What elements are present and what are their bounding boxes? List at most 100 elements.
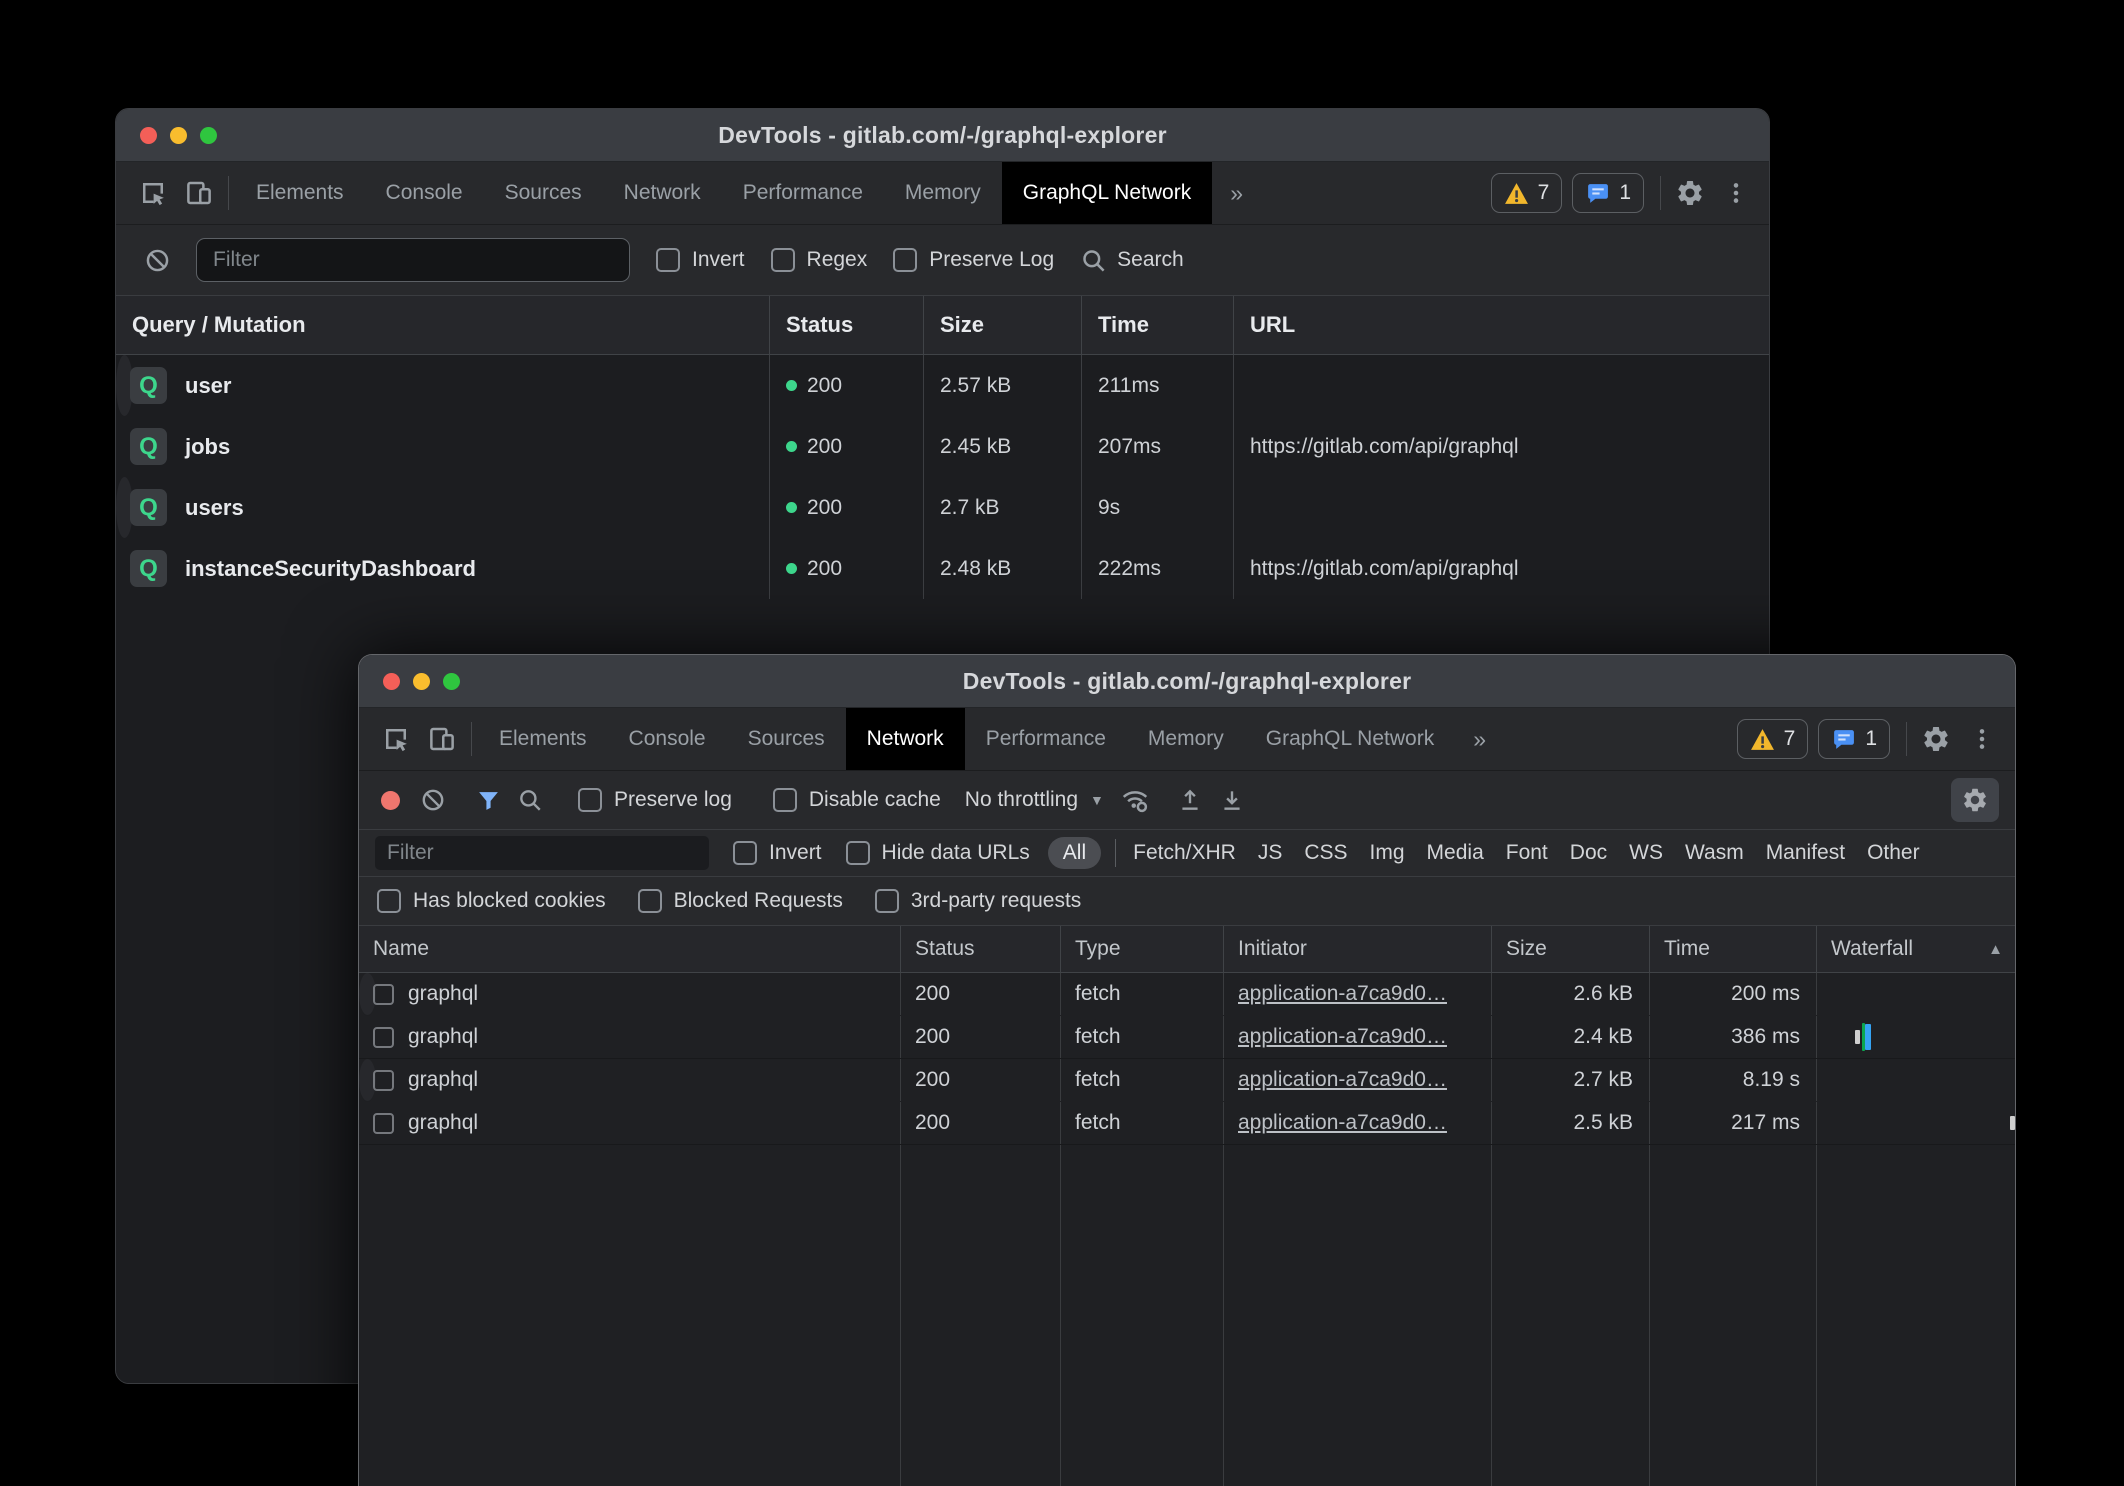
issues-badge[interactable]: 1 xyxy=(1818,719,1890,759)
request-type-doc[interactable]: Doc xyxy=(1559,841,1618,865)
request-type-manifest[interactable]: Manifest xyxy=(1755,841,1856,865)
table-row[interactable]: graphql 200 fetch application-a7ca9d0… 2… xyxy=(359,1102,2015,1145)
maximize-window-button[interactable] xyxy=(200,127,217,144)
request-type-img[interactable]: Img xyxy=(1359,841,1416,865)
network-settings-gear-icon[interactable] xyxy=(1951,778,1999,822)
tab-performance[interactable]: Performance xyxy=(965,708,1127,770)
import-har-icon[interactable] xyxy=(1169,779,1211,821)
more-tabs-button[interactable]: » xyxy=(1212,162,1261,224)
initiator-link[interactable]: application-a7ca9d0… xyxy=(1238,982,1447,1006)
device-toolbar-icon[interactable] xyxy=(419,716,465,762)
record-network-log-button[interactable] xyxy=(381,791,400,810)
filter-funnel-icon[interactable] xyxy=(467,779,509,821)
initiator-link[interactable]: application-a7ca9d0… xyxy=(1238,1068,1447,1092)
titlebar[interactable]: DevTools - gitlab.com/-/graphql-explorer xyxy=(359,655,2015,708)
throttling-select[interactable]: No throttling ▼ xyxy=(955,788,1114,812)
preserve-log-checkbox[interactable]: Preserve log xyxy=(578,788,732,812)
tab-memory[interactable]: Memory xyxy=(1127,708,1245,770)
row-checkbox[interactable] xyxy=(373,984,394,1005)
table-row[interactable]: graphql 200 fetch application-a7ca9d0… 2… xyxy=(359,973,376,1016)
request-type-ws[interactable]: WS xyxy=(1618,841,1674,865)
column-header-waterfall[interactable]: Waterfall ▲ xyxy=(1816,926,2015,972)
row-checkbox[interactable] xyxy=(373,1027,394,1048)
titlebar[interactable]: DevTools - gitlab.com/-/graphql-explorer xyxy=(116,109,1769,162)
column-header-size[interactable]: Size xyxy=(923,296,1081,354)
settings-gear-icon[interactable] xyxy=(1667,170,1713,216)
tab-graphql-network[interactable]: GraphQL Network xyxy=(1245,708,1455,770)
third-party-requests-checkbox[interactable]: 3rd-party requests xyxy=(875,889,1081,913)
request-type-other[interactable]: Other xyxy=(1856,841,1931,865)
column-header-type[interactable]: Type xyxy=(1060,926,1223,972)
table-row[interactable]: Q instanceSecurityDashboard 200 2.48 kB … xyxy=(116,538,1769,599)
kebab-menu-icon[interactable] xyxy=(1713,170,1759,216)
table-row[interactable]: graphql 200 fetch application-a7ca9d0… 2… xyxy=(359,1059,376,1102)
column-header-initiator[interactable]: Initiator xyxy=(1223,926,1491,972)
settings-gear-icon[interactable] xyxy=(1913,716,1959,762)
tab-elements[interactable]: Elements xyxy=(478,708,608,770)
tab-performance[interactable]: Performance xyxy=(722,162,884,224)
blocked-requests-checkbox[interactable]: Blocked Requests xyxy=(638,889,843,913)
warnings-badge[interactable]: 7 xyxy=(1737,719,1809,759)
table-row[interactable]: Q jobs 200 2.45 kB 207ms https://gitlab.… xyxy=(116,416,1769,477)
close-window-button[interactable] xyxy=(383,673,400,690)
initiator-link[interactable]: application-a7ca9d0… xyxy=(1238,1025,1447,1049)
request-type-css[interactable]: CSS xyxy=(1293,841,1358,865)
column-header-status[interactable]: Status xyxy=(769,296,923,354)
tab-sources[interactable]: Sources xyxy=(484,162,603,224)
initiator-link[interactable]: application-a7ca9d0… xyxy=(1238,1111,1447,1135)
search-icon[interactable] xyxy=(509,779,551,821)
minimize-window-button[interactable] xyxy=(170,127,187,144)
tab-network[interactable]: Network xyxy=(846,708,965,770)
tab-console[interactable]: Console xyxy=(365,162,484,224)
request-type-wasm[interactable]: Wasm xyxy=(1674,841,1755,865)
tab-elements[interactable]: Elements xyxy=(235,162,365,224)
has-blocked-cookies-checkbox[interactable]: Has blocked cookies xyxy=(377,889,606,913)
request-type-fetch-xhr[interactable]: Fetch/XHR xyxy=(1122,841,1247,865)
column-header-time[interactable]: Time xyxy=(1081,296,1233,354)
tab-memory[interactable]: Memory xyxy=(884,162,1002,224)
warnings-badge[interactable]: 7 xyxy=(1491,173,1563,213)
issues-badge[interactable]: 1 xyxy=(1572,173,1644,213)
maximize-window-button[interactable] xyxy=(443,673,460,690)
device-toolbar-icon[interactable] xyxy=(176,170,222,216)
kebab-menu-icon[interactable] xyxy=(1959,716,2005,762)
column-header-url[interactable]: URL xyxy=(1233,296,1769,354)
inspect-element-icon[interactable] xyxy=(373,716,419,762)
regex-checkbox[interactable]: Regex xyxy=(771,248,868,272)
tab-sources[interactable]: Sources xyxy=(727,708,846,770)
row-checkbox[interactable] xyxy=(373,1070,394,1091)
invert-checkbox[interactable]: Invert xyxy=(656,248,745,272)
row-checkbox[interactable] xyxy=(373,1113,394,1134)
tab-graphql-network[interactable]: GraphQL Network xyxy=(1002,162,1212,224)
column-header-name[interactable]: Name xyxy=(359,926,900,972)
column-header-size[interactable]: Size xyxy=(1491,926,1649,972)
minimize-window-button[interactable] xyxy=(413,673,430,690)
tab-network[interactable]: Network xyxy=(603,162,722,224)
tab-console[interactable]: Console xyxy=(608,708,727,770)
more-tabs-button[interactable]: » xyxy=(1455,708,1504,770)
invert-checkbox[interactable]: Invert xyxy=(733,841,822,865)
clear-log-icon[interactable] xyxy=(134,237,180,283)
table-row[interactable]: Q users 200 2.7 kB 9s https://gitlab.com… xyxy=(116,477,133,538)
filter-input[interactable] xyxy=(196,238,630,282)
request-type-font[interactable]: Font xyxy=(1495,841,1559,865)
cell-time: 211ms xyxy=(1081,355,1233,416)
request-type-all[interactable]: All xyxy=(1048,837,1101,869)
inspect-element-icon[interactable] xyxy=(130,170,176,216)
hide-data-urls-checkbox[interactable]: Hide data URLs xyxy=(846,841,1030,865)
column-header-query-mutation[interactable]: Query / Mutation xyxy=(116,296,769,354)
table-row[interactable]: Q user 200 2.57 kB 211ms https://gitlab.… xyxy=(116,355,133,416)
request-type-js[interactable]: JS xyxy=(1247,841,1294,865)
network-conditions-icon[interactable] xyxy=(1114,779,1156,821)
network-filter-input[interactable] xyxy=(375,836,709,870)
clear-network-log-icon[interactable] xyxy=(412,779,454,821)
search-toggle[interactable]: Search xyxy=(1080,247,1184,274)
column-header-time[interactable]: Time xyxy=(1649,926,1816,972)
request-type-media[interactable]: Media xyxy=(1416,841,1495,865)
disable-cache-checkbox[interactable]: Disable cache xyxy=(773,788,941,812)
preserve-log-checkbox[interactable]: Preserve Log xyxy=(893,248,1054,272)
column-header-status[interactable]: Status xyxy=(900,926,1060,972)
table-row[interactable]: graphql 200 fetch application-a7ca9d0… 2… xyxy=(359,1016,2015,1059)
export-har-icon[interactable] xyxy=(1211,779,1253,821)
close-window-button[interactable] xyxy=(140,127,157,144)
